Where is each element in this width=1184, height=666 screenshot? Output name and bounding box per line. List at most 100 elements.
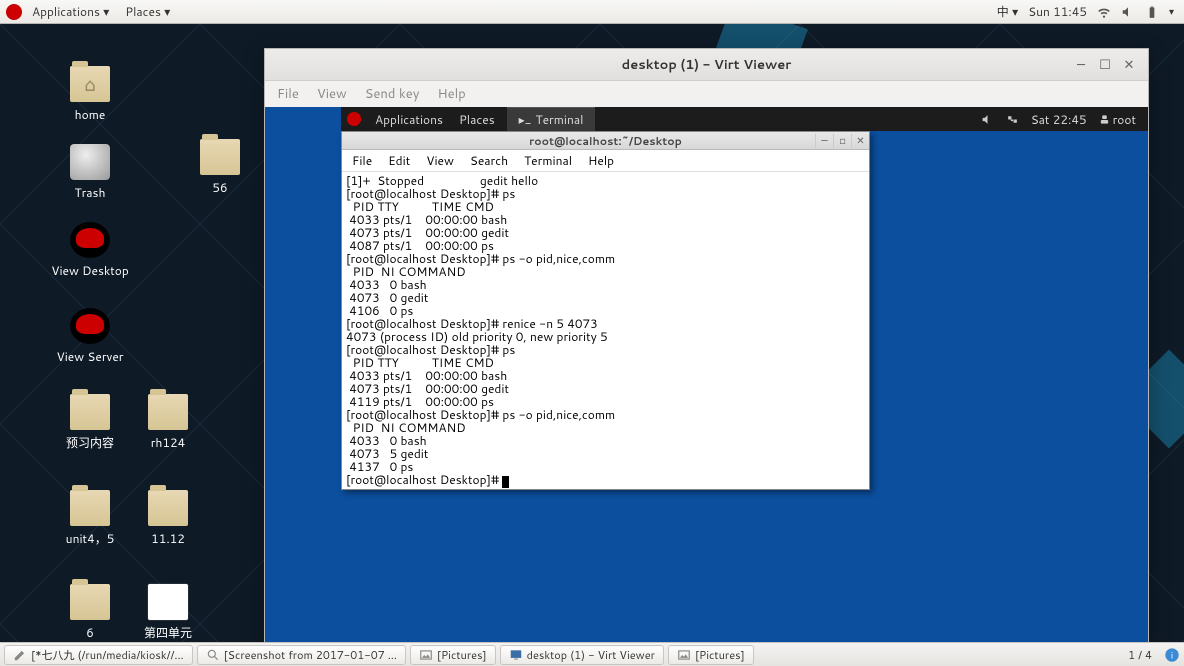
window-minimize-button[interactable]: ─: [1074, 58, 1088, 72]
notification-icon[interactable]: i: [1164, 647, 1180, 663]
desktop-icon-label: unit4，5: [50, 530, 130, 547]
redhat-logo-icon: [6, 4, 22, 20]
guest-applications-menu[interactable]: Applications: [367, 109, 451, 130]
volume-icon[interactable]: [1121, 5, 1135, 19]
taskbar-task-label: desktop (1) - Virt Viewer: [527, 647, 655, 663]
desktop-icon-label: View Server: [50, 348, 130, 365]
vv-menu-view[interactable]: View: [317, 85, 347, 103]
terminal-minimize-button[interactable]: ─: [815, 134, 833, 148]
taskbar-task-pictures1[interactable]: [Pictures]: [410, 645, 496, 665]
desktop-icon-label: View Desktop: [50, 262, 130, 279]
term-menu-search[interactable]: Search: [470, 152, 508, 169]
terminal-icon: ▸_: [519, 111, 532, 128]
guest-places-menu[interactable]: Places: [451, 109, 503, 130]
term-menu-terminal[interactable]: Terminal: [524, 152, 572, 169]
window-maximize-button[interactable]: ☐: [1098, 58, 1112, 72]
guest-volume-icon[interactable]: [981, 113, 994, 126]
desktop-icon-label: 第四单元: [128, 624, 208, 641]
terminal-title: root@localhost:~/Desktop: [342, 133, 869, 149]
vv-menu-sendkey[interactable]: Send key: [365, 85, 420, 103]
screenshot-app-icon: [206, 648, 220, 662]
taskbar-task-gedit[interactable]: [*七八九 (/run/media/kiosk//...: [4, 645, 193, 665]
desktop-icon-view-desktop[interactable]: View Desktop: [50, 222, 130, 279]
taskbar-task-virtviewer[interactable]: desktop (1) - Virt Viewer: [500, 645, 664, 665]
folder-icon: [70, 490, 110, 526]
battery-icon[interactable]: [1145, 5, 1159, 19]
desktop-icon-56[interactable]: 56: [180, 139, 260, 196]
applications-menu[interactable]: Applications ▾: [26, 1, 115, 22]
desktop-icon-home[interactable]: home: [50, 66, 130, 123]
host-top-panel: Applications ▾ Places ▾ 中 ▾ Sun 11:45 ▾: [0, 0, 1184, 24]
wifi-icon[interactable]: [1097, 5, 1111, 19]
taskbar-task-screenshot[interactable]: [Screenshot from 2017-01-07 ...: [197, 645, 406, 665]
desktop-icon-1112[interactable]: 11.12: [128, 490, 208, 547]
trash-icon: [70, 144, 110, 180]
virt-viewer-display[interactable]: Applications Places ▸_Terminal Sat 22:45: [265, 107, 1148, 642]
terminal-cursor: [502, 476, 509, 488]
redhat-app-icon: [70, 308, 110, 344]
folder-icon: [200, 139, 240, 175]
desktop-icon-unit45[interactable]: unit4，5: [50, 490, 130, 547]
taskbar-task-label: [*七八九 (/run/media/kiosk//...: [31, 647, 184, 663]
taskbar-task-pictures2[interactable]: [Pictures]: [668, 645, 754, 665]
host-taskbar: [*七八九 (/run/media/kiosk//... [Screenshot …: [0, 642, 1184, 666]
window-close-button[interactable]: ✕: [1122, 58, 1136, 72]
term-menu-edit[interactable]: Edit: [388, 152, 410, 169]
virtviewer-app-icon: [509, 648, 523, 662]
terminal-line: [root@localhost Desktop]#: [346, 473, 865, 488]
folder-icon: [148, 490, 188, 526]
desktop-icon-label: 11.12: [128, 530, 208, 547]
desktop-icon-label: 56: [180, 179, 260, 196]
virt-viewer-window: desktop (1) - Virt Viewer ─ ☐ ✕ File Vie…: [264, 48, 1149, 642]
desktop-icon-label: 预习内容: [50, 434, 130, 451]
places-menu[interactable]: Places ▾: [119, 1, 176, 22]
guest-top-panel: Applications Places ▸_Terminal Sat 22:45: [341, 107, 1148, 131]
terminal-line: 4073 5 gedit: [346, 447, 865, 460]
pictures2-app-icon: [677, 648, 691, 662]
taskbar-task-label: [Pictures]: [695, 647, 745, 663]
svg-text:i: i: [1171, 649, 1173, 662]
virt-viewer-titlebar[interactable]: desktop (1) - Virt Viewer ─ ☐ ✕: [265, 49, 1148, 81]
vv-menu-help[interactable]: Help: [437, 85, 465, 103]
desktop-icon-view-server[interactable]: View Server: [50, 308, 130, 365]
term-menu-view[interactable]: View: [426, 152, 454, 169]
guest-user-menu[interactable]: root: [1099, 111, 1136, 128]
terminal-maximize-button[interactable]: ▫: [833, 134, 851, 148]
desktop-icon-yuxi[interactable]: 预习内容: [50, 394, 130, 451]
desktop-icon-label: Trash: [50, 184, 130, 201]
file-icon: [148, 584, 188, 620]
desktop-icon-label: 6: [50, 624, 130, 641]
terminal-close-button[interactable]: ✕: [851, 134, 869, 148]
host-desktop: home Trash View Desktop View Server 预习内容 unit…: [0, 24, 1184, 642]
guest-clock[interactable]: Sat 22:45: [1031, 111, 1087, 128]
term-menu-file[interactable]: File: [352, 152, 372, 169]
gedit-app-icon: [13, 648, 27, 662]
vv-menu-file[interactable]: File: [277, 85, 299, 103]
input-method-indicator[interactable]: 中 ▾: [997, 3, 1018, 20]
terminal-output[interactable]: [1]+ Stopped gedit hello[root@localhost …: [342, 172, 869, 489]
guest-active-app-tab[interactable]: ▸_Terminal: [507, 107, 596, 131]
guest-network-icon[interactable]: [1006, 113, 1019, 126]
host-clock[interactable]: Sun 11:45: [1028, 3, 1087, 20]
folder-icon: [70, 584, 110, 620]
desktop-icon-rh124[interactable]: rh124: [128, 394, 208, 451]
desktop-icon-trash[interactable]: Trash: [50, 144, 130, 201]
folder-icon: [148, 394, 188, 430]
workspace-indicator[interactable]: 1 / 4: [1122, 645, 1158, 665]
desktop-icon-label: rh124: [128, 434, 208, 451]
guest-redhat-logo-icon: [347, 112, 361, 126]
virt-viewer-title: desktop (1) - Virt Viewer: [265, 56, 1148, 74]
virt-viewer-menubar: File View Send key Help: [265, 81, 1148, 107]
terminal-line: 4073 0 gedit: [346, 291, 865, 304]
terminal-titlebar[interactable]: root@localhost:~/Desktop ─ ▫ ✕: [342, 132, 869, 150]
home-icon: [70, 66, 110, 102]
desktop-icon-disidanyuan[interactable]: 第四单元: [128, 584, 208, 641]
user-menu-caret[interactable]: ▾: [1169, 5, 1174, 19]
term-menu-help[interactable]: Help: [588, 152, 614, 169]
pictures1-app-icon: [419, 648, 433, 662]
folder-icon: [70, 394, 110, 430]
redhat-app-icon: [70, 222, 110, 258]
taskbar-task-label: [Pictures]: [437, 647, 487, 663]
taskbar-task-label: [Screenshot from 2017-01-07 ...: [224, 647, 397, 663]
desktop-icon-six[interactable]: 6: [50, 584, 130, 641]
